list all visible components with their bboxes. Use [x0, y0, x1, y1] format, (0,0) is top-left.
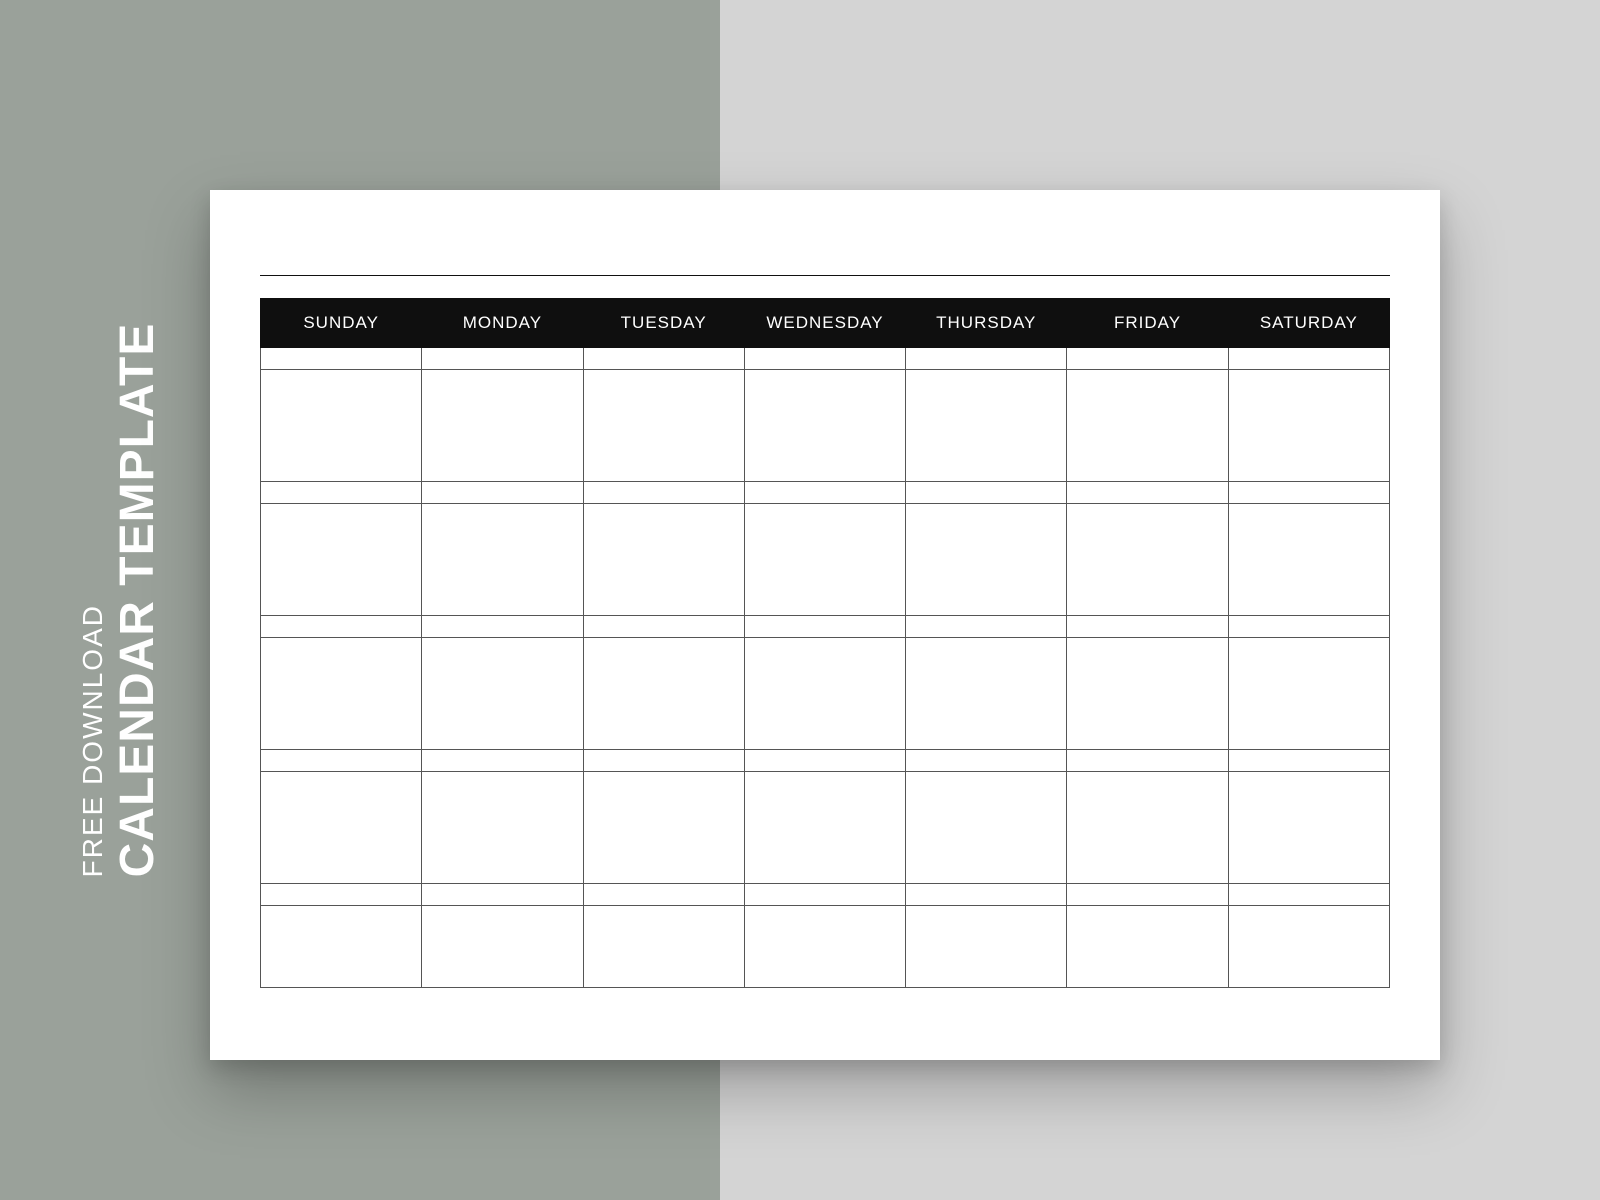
- calendar-cell: [422, 750, 583, 772]
- calendar-cell: [744, 616, 905, 638]
- calendar-cell: [906, 772, 1067, 884]
- calendar-cell: [906, 884, 1067, 906]
- side-caption: FREE DOWNLOAD CALENDAR TEMPLATE: [78, 323, 164, 878]
- calendar-page: SUNDAY MONDAY TUESDAY WEDNESDAY THURSDAY…: [210, 190, 1440, 1060]
- calendar-grid: SUNDAY MONDAY TUESDAY WEDNESDAY THURSDAY…: [260, 298, 1390, 988]
- calendar-cell: [1228, 482, 1389, 504]
- calendar-cell: [1228, 616, 1389, 638]
- calendar-cell: [1067, 370, 1228, 482]
- calendar-cell: [422, 772, 583, 884]
- calendar-header-row: SUNDAY MONDAY TUESDAY WEDNESDAY THURSDAY…: [261, 299, 1390, 348]
- calendar-cell: [1228, 884, 1389, 906]
- calendar-cell: [583, 906, 744, 988]
- calendar-cell: [261, 504, 422, 616]
- calendar-cell: [744, 348, 905, 370]
- calendar-date-row: [261, 348, 1390, 370]
- calendar-cell: [906, 750, 1067, 772]
- day-header: MONDAY: [422, 299, 583, 348]
- day-header: TUESDAY: [583, 299, 744, 348]
- calendar-cell: [906, 906, 1067, 988]
- calendar-cell: [1067, 884, 1228, 906]
- calendar-cell: [1067, 638, 1228, 750]
- calendar-cell: [261, 772, 422, 884]
- day-header: SUNDAY: [261, 299, 422, 348]
- calendar-cell: [261, 370, 422, 482]
- calendar-cell: [1228, 750, 1389, 772]
- calendar-cell: [422, 348, 583, 370]
- calendar-cell: [422, 504, 583, 616]
- calendar-cell: [261, 884, 422, 906]
- calendar-cell: [744, 482, 905, 504]
- calendar-content-row: [261, 638, 1390, 750]
- calendar-content-row: [261, 772, 1390, 884]
- calendar-cell: [906, 348, 1067, 370]
- calendar-cell: [906, 504, 1067, 616]
- calendar-cell: [744, 772, 905, 884]
- title-underline: [260, 240, 1390, 276]
- calendar-date-row: [261, 616, 1390, 638]
- calendar-cell: [906, 616, 1067, 638]
- calendar-cell: [422, 482, 583, 504]
- calendar-cell: [1228, 772, 1389, 884]
- calendar-cell: [906, 482, 1067, 504]
- calendar-date-row: [261, 482, 1390, 504]
- calendar-cell: [422, 884, 583, 906]
- calendar-cell: [1067, 504, 1228, 616]
- calendar-cell: [261, 906, 422, 988]
- calendar-cell: [1228, 638, 1389, 750]
- calendar-cell: [583, 616, 744, 638]
- calendar-cell: [1228, 348, 1389, 370]
- calendar-cell: [261, 348, 422, 370]
- calendar-cell: [744, 906, 905, 988]
- calendar-cell: [1067, 906, 1228, 988]
- calendar-cell: [1228, 504, 1389, 616]
- calendar-cell: [1067, 616, 1228, 638]
- calendar-content-row: [261, 370, 1390, 482]
- day-header: THURSDAY: [906, 299, 1067, 348]
- day-header: WEDNESDAY: [744, 299, 905, 348]
- calendar-cell: [744, 750, 905, 772]
- calendar-cell: [1067, 348, 1228, 370]
- calendar-cell: [261, 638, 422, 750]
- calendar-cell: [422, 638, 583, 750]
- calendar-cell: [583, 504, 744, 616]
- calendar-cell: [1067, 750, 1228, 772]
- calendar-cell: [261, 750, 422, 772]
- day-header: FRIDAY: [1067, 299, 1228, 348]
- calendar-cell: [1228, 906, 1389, 988]
- calendar-cell: [422, 906, 583, 988]
- calendar-cell: [1067, 772, 1228, 884]
- calendar-cell: [583, 370, 744, 482]
- day-header: SATURDAY: [1228, 299, 1389, 348]
- calendar-cell: [906, 638, 1067, 750]
- calendar-cell: [744, 884, 905, 906]
- calendar-cell: [583, 884, 744, 906]
- calendar-date-row: [261, 884, 1390, 906]
- calendar-cell: [583, 772, 744, 884]
- calendar-cell: [583, 638, 744, 750]
- side-caption-subtitle: FREE DOWNLOAD: [78, 323, 107, 878]
- calendar-cell: [744, 638, 905, 750]
- calendar-content-row: [261, 906, 1390, 988]
- calendar-cell: [422, 370, 583, 482]
- calendar-cell: [583, 348, 744, 370]
- calendar-cell: [583, 750, 744, 772]
- calendar-cell: [1228, 370, 1389, 482]
- side-caption-title: CALENDAR TEMPLATE: [113, 323, 163, 878]
- calendar-cell: [583, 482, 744, 504]
- calendar-cell: [906, 370, 1067, 482]
- calendar-cell: [261, 616, 422, 638]
- calendar-cell: [261, 482, 422, 504]
- calendar-cell: [1067, 482, 1228, 504]
- calendar-cell: [744, 504, 905, 616]
- calendar-cell: [744, 370, 905, 482]
- calendar-content-row: [261, 504, 1390, 616]
- calendar-cell: [422, 616, 583, 638]
- calendar-date-row: [261, 750, 1390, 772]
